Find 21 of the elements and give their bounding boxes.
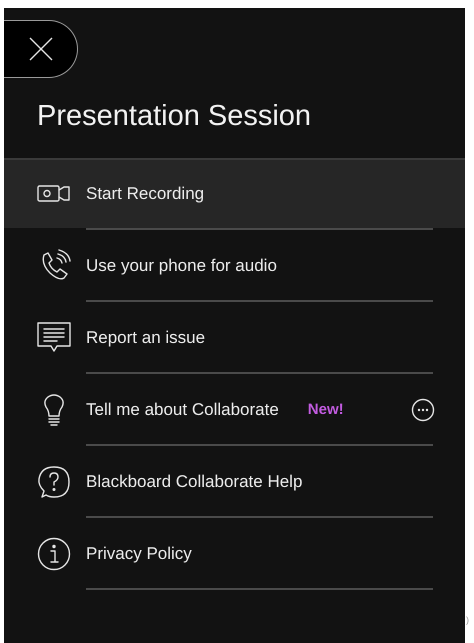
menu-item-label: Privacy Policy xyxy=(86,543,192,566)
info-icon xyxy=(37,537,71,571)
menu-item-label: Report an issue xyxy=(86,327,206,350)
menu-item-label: Blackboard Collaborate Help xyxy=(86,471,302,494)
panel-title: Presentation Session xyxy=(36,99,312,134)
edge-glyph: ) xyxy=(465,614,470,627)
menu-item-label: Start Recording xyxy=(86,183,204,206)
menu-item-label: Use your phone for audio xyxy=(86,255,277,278)
new-label: New! xyxy=(308,400,344,420)
menu-item[interactable]: Use your phone for audio xyxy=(4,230,465,300)
more-options-icon[interactable] xyxy=(411,398,435,422)
message-icon xyxy=(37,322,71,354)
menu-item[interactable]: Blackboard Collaborate Help xyxy=(4,446,465,516)
menu-item-label: Tell me about Collaborate xyxy=(86,399,279,422)
menu-item[interactable]: Privacy Policy xyxy=(4,518,465,588)
menu-item[interactable]: Report an issue xyxy=(4,302,465,372)
close-icon xyxy=(28,36,54,62)
menu-item[interactable]: Start Recording xyxy=(4,158,465,228)
help-bubble-icon xyxy=(37,465,71,499)
menu-item[interactable]: Tell me about Collaborate New! xyxy=(4,374,465,444)
close-button[interactable] xyxy=(4,20,78,78)
